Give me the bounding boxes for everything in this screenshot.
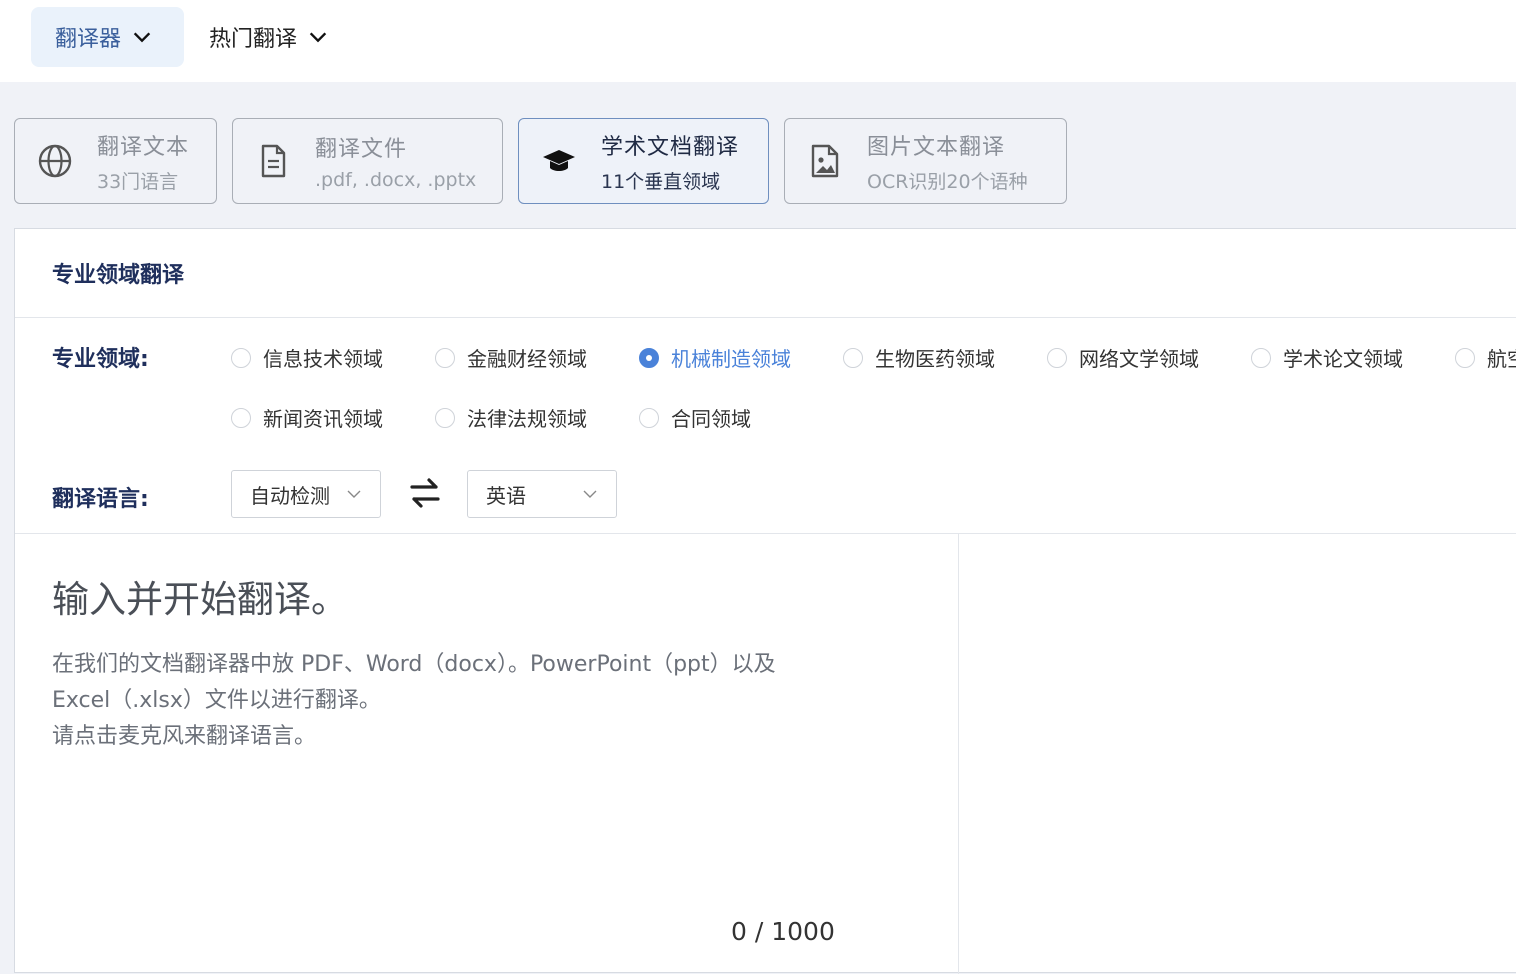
radio-dot xyxy=(639,407,659,428)
tab-subtitle: 11个垂直领域 xyxy=(601,170,721,193)
panel-title: 专业领域翻译 xyxy=(52,263,185,288)
chevron-down-icon xyxy=(347,490,361,498)
target-language-select[interactable]: 英语 xyxy=(467,470,617,518)
tab-subtitle: OCR识别20个语种 xyxy=(867,170,1028,193)
radio-label: 学术论文领域 xyxy=(1283,347,1403,371)
image-file-icon xyxy=(811,144,839,178)
radio-label: 新闻资讯领域 xyxy=(263,407,383,431)
tab-title: 学术文档翻译 xyxy=(601,134,740,160)
radio-label: 金融财经领域 xyxy=(467,347,587,371)
tab-translate-file[interactable]: 翻译文件 .pdf, .docx, .pptx xyxy=(232,118,503,204)
tab-subtitle: 33门语言 xyxy=(97,170,179,193)
hot-translation-menu[interactable]: 热门翻译 xyxy=(185,7,353,67)
radio-label: 机械制造领域 xyxy=(671,347,791,371)
radio-domain-aviation[interactable]: 航空 xyxy=(1455,343,1516,372)
top-nav: 翻译器 热门翻译 xyxy=(0,0,1516,82)
chevron-down-icon xyxy=(309,32,327,43)
divider xyxy=(15,317,1516,318)
source-language-select[interactable]: 自动检测 xyxy=(231,470,381,518)
radio-label: 合同领域 xyxy=(671,407,751,431)
tab-translate-text[interactable]: 翻译文本 33门语言 xyxy=(14,118,217,204)
radio-label: 信息技术领域 xyxy=(263,347,383,371)
chevron-down-icon xyxy=(583,490,597,498)
radio-domain-mechanical[interactable]: 机械制造领域 xyxy=(639,343,791,372)
hint-line: Excel（.xlsx）文件以进行翻译。 xyxy=(52,688,381,713)
globe-icon xyxy=(38,144,72,178)
radio-label: 法律法规领域 xyxy=(467,407,587,431)
radio-domain-contract[interactable]: 合同领域 xyxy=(639,403,751,432)
radio-domain-finance[interactable]: 金融财经领域 xyxy=(435,343,587,372)
radio-dot xyxy=(1251,347,1271,368)
radio-dot xyxy=(435,407,455,428)
target-language-value: 英语 xyxy=(486,483,526,508)
radio-domain-it[interactable]: 信息技术领域 xyxy=(231,343,383,372)
language-label: 翻译语言: xyxy=(52,487,149,512)
tab-image-translation[interactable]: 图片文本翻译 OCR识别20个语种 xyxy=(784,118,1067,204)
document-icon xyxy=(261,144,286,178)
graduation-cap-icon xyxy=(543,150,575,171)
tab-title: 翻译文本 xyxy=(97,134,190,160)
radio-label: 网络文学领域 xyxy=(1079,347,1199,371)
tab-subtitle: .pdf, .docx, .pptx xyxy=(315,169,477,191)
hint-line: 请点击麦克风来翻译语言。 xyxy=(52,724,317,749)
source-language-value: 自动检测 xyxy=(250,483,330,508)
translation-output xyxy=(959,534,1516,974)
radio-dot-checked xyxy=(639,347,659,368)
radio-label: 航空 xyxy=(1487,347,1516,371)
radio-dot xyxy=(1047,347,1067,368)
radio-label: 生物医药领域 xyxy=(875,347,995,371)
radio-domain-academic[interactable]: 学术论文领域 xyxy=(1251,343,1403,372)
translation-panel: 专业领域翻译 专业领域: 信息技术领域 金融财经领域 机械制造领域 生物医药领域… xyxy=(14,228,1516,974)
radio-domain-biomedicine[interactable]: 生物医药领域 xyxy=(843,343,995,372)
radio-dot xyxy=(231,347,251,368)
radio-domain-web-literature[interactable]: 网络文学领域 xyxy=(1047,343,1199,372)
source-text-input[interactable]: 输入并开始翻译。 xyxy=(52,569,348,623)
radio-dot xyxy=(231,407,251,428)
chevron-down-icon xyxy=(133,32,151,43)
character-counter: 0 / 1000 xyxy=(731,917,835,946)
tab-title: 图片文本翻译 xyxy=(867,134,1006,160)
radio-domain-news[interactable]: 新闻资讯领域 xyxy=(231,403,383,432)
swap-languages-icon[interactable] xyxy=(408,476,442,510)
radio-domain-law[interactable]: 法律法规领域 xyxy=(435,403,587,432)
translator-menu[interactable]: 翻译器 xyxy=(31,7,184,67)
tab-title: 翻译文件 xyxy=(315,137,408,162)
hint-line: 在我们的文档翻译器中放 PDF、Word（docx）。PowerPoint（pp… xyxy=(52,652,776,677)
hot-translation-label: 热门翻译 xyxy=(209,27,298,52)
domain-label: 专业领域: xyxy=(52,347,149,372)
radio-dot xyxy=(1455,347,1475,368)
radio-dot xyxy=(843,347,863,368)
tab-academic-translation[interactable]: 学术文档翻译 11个垂直领域 xyxy=(518,118,769,204)
radio-dot xyxy=(435,347,455,368)
translator-menu-label: 翻译器 xyxy=(55,27,122,52)
